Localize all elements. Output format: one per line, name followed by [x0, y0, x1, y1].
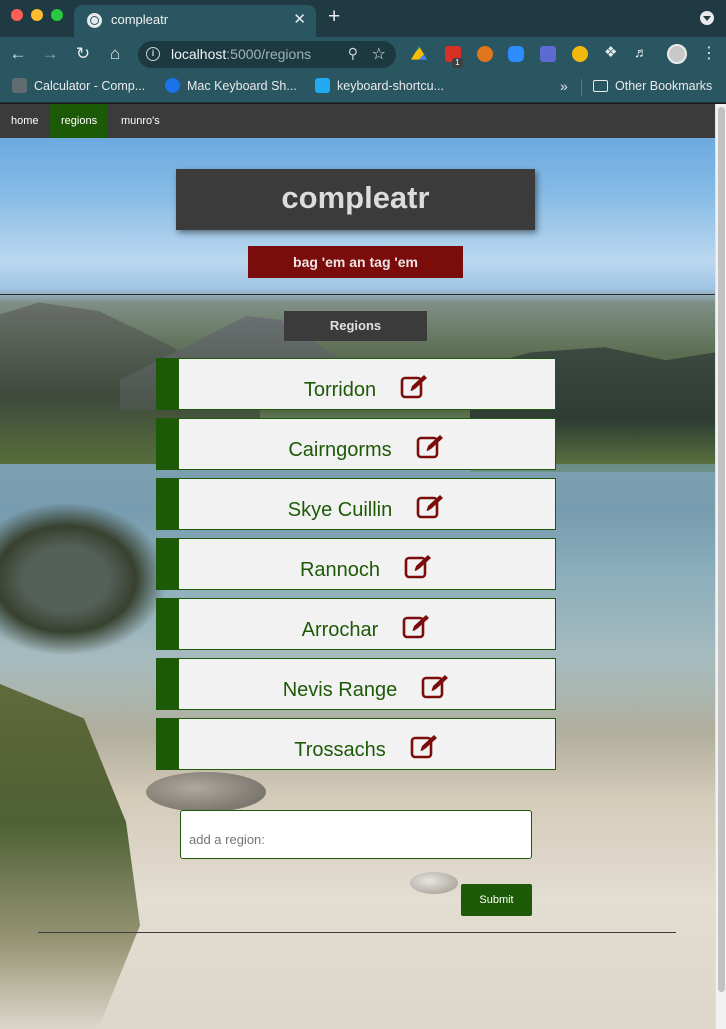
region-name-link[interactable]: Trossachs — [294, 729, 386, 771]
hex-extension-icon[interactable] — [572, 46, 588, 62]
nav-home-link[interactable]: home — [0, 104, 50, 138]
tab-close-icon[interactable]: ✕ — [293, 10, 306, 28]
bookmark-label: Calculator - Comp... — [34, 79, 146, 93]
bookmarks-divider — [581, 79, 582, 96]
metamask-fox-icon[interactable] — [477, 46, 493, 62]
browser-toolbar: ← → ↻ ⌂ i localhost:5000/regions ⚲ ☆ 1 ❖… — [0, 37, 726, 72]
region-name-link[interactable]: Arrochar — [302, 609, 379, 651]
region-row-content: Cairngorms — [179, 429, 555, 471]
url-host: localhost — [171, 46, 227, 62]
browser-tab[interactable]: compleatr ✕ — [74, 5, 316, 37]
browser-tab-bar: compleatr ✕ + — [0, 0, 726, 37]
region-row[interactable]: Arrochar — [156, 598, 556, 650]
region-row-content: Rannoch — [179, 549, 555, 591]
region-row[interactable]: Rannoch — [156, 538, 556, 590]
window-minimize-button[interactable] — [31, 9, 43, 21]
other-bookmarks[interactable]: Other Bookmarks — [593, 78, 712, 96]
extensions-puzzle-icon[interactable]: ❖ — [604, 43, 620, 61]
region-row[interactable]: Torridon — [156, 358, 556, 410]
edit-icon[interactable] — [404, 553, 434, 579]
region-row-content: Nevis Range — [179, 669, 555, 711]
region-row[interactable]: Cairngorms — [156, 418, 556, 470]
region-list: Torridon Cairngorms Skye Cuillin Rannoch Arr… — [156, 358, 556, 778]
bookmark-star-icon[interactable]: ☆ — [372, 44, 386, 64]
linear-extension-icon[interactable] — [540, 46, 556, 62]
bookmark-keyboard-shortcuts[interactable]: keyboard-shortcu... — [315, 78, 444, 96]
nav-regions-link[interactable]: regions — [50, 104, 109, 138]
address-bar[interactable]: i localhost:5000/regions ⚲ ☆ — [138, 41, 396, 68]
tab-title: compleatr — [111, 12, 169, 27]
media-control-icon[interactable]: ♬ — [634, 44, 650, 60]
region-row-content: Arrochar — [179, 609, 555, 651]
edit-icon[interactable] — [416, 433, 446, 459]
window-close-button[interactable] — [11, 9, 23, 21]
nav-munros-link[interactable]: munro's — [110, 104, 171, 138]
submit-button[interactable]: Submit — [461, 884, 532, 916]
profile-avatar[interactable] — [667, 44, 687, 64]
reload-icon[interactable]: ↻ — [72, 43, 94, 65]
region-row-content: Skye Cuillin — [179, 489, 555, 531]
beach-boulder — [146, 772, 266, 812]
bookmark-label: Mac Keyboard Sh... — [187, 79, 297, 93]
site-title-box: compleatr — [176, 169, 535, 230]
zoom-search-icon[interactable]: ⚲ — [348, 45, 358, 62]
globe-icon — [87, 13, 102, 28]
bookmarks-bar: Calculator - Comp... Mac Keyboard Sh... … — [0, 72, 726, 103]
site-title: compleatr — [281, 180, 430, 215]
edit-icon[interactable] — [421, 673, 451, 699]
bookmark-calculator[interactable]: Calculator - Comp... — [12, 78, 145, 96]
edit-icon[interactable] — [416, 493, 446, 519]
more-bookmarks-chevron-icon[interactable]: » — [560, 78, 568, 96]
folder-icon — [593, 80, 608, 92]
google-drive-extension-icon[interactable] — [411, 46, 427, 60]
calculator-bookmark-icon — [12, 78, 27, 93]
section-heading: Regions — [284, 311, 427, 341]
url-path: :5000/regions — [226, 46, 312, 62]
header-divider — [0, 294, 715, 295]
edit-icon[interactable] — [410, 733, 440, 759]
new-tab-button[interactable]: + — [328, 5, 340, 29]
edit-icon[interactable] — [402, 613, 432, 639]
forward-arrow-icon[interactable]: → — [39, 43, 61, 65]
region-row-content: Torridon — [179, 369, 555, 411]
shore-rocks — [0, 504, 165, 654]
extension-badge: 1 — [452, 58, 463, 68]
power-bookmark-icon — [165, 78, 180, 93]
shore-grass — [0, 684, 140, 1029]
footer-divider — [38, 932, 676, 933]
home-icon[interactable]: ⌂ — [104, 43, 126, 65]
other-bookmarks-label: Other Bookmarks — [615, 79, 713, 93]
region-name-link[interactable]: Rannoch — [300, 549, 380, 591]
add-region-input[interactable] — [180, 810, 532, 859]
back-arrow-icon[interactable]: ← — [7, 43, 29, 65]
region-row[interactable]: Skye Cuillin — [156, 478, 556, 530]
region-row-content: Trossachs — [179, 729, 555, 771]
site-tagline: bag 'em an tag 'em — [248, 246, 463, 278]
address-url[interactable]: localhost:5000/regions — [171, 46, 311, 62]
page-scrollbar[interactable] — [715, 104, 726, 1029]
vscode-bookmark-icon — [315, 78, 330, 93]
region-name-link[interactable]: Skye Cuillin — [288, 489, 392, 531]
web-page: home regions munro's compleatr bag 'em a… — [0, 104, 726, 1029]
scrollbar-thumb[interactable] — [718, 107, 725, 992]
zoom-video-icon[interactable] — [508, 46, 524, 62]
tab-search-chevron-icon[interactable] — [700, 11, 714, 25]
region-name-link[interactable]: Torridon — [304, 369, 376, 411]
edit-icon[interactable] — [400, 373, 430, 399]
bookmark-label: keyboard-shortcu... — [337, 79, 444, 93]
bookmark-mac-keyboard[interactable]: Mac Keyboard Sh... — [165, 78, 297, 96]
site-info-icon[interactable]: i — [146, 47, 160, 61]
browser-menu-icon[interactable]: ⋮ — [701, 43, 717, 63]
site-nav: home regions munro's — [0, 104, 715, 138]
region-row[interactable]: Nevis Range — [156, 658, 556, 710]
region-name-link[interactable]: Cairngorms — [288, 429, 391, 471]
beach-stone — [410, 872, 458, 894]
region-name-link[interactable]: Nevis Range — [283, 669, 398, 711]
window-maximize-button[interactable] — [51, 9, 63, 21]
region-row[interactable]: Trossachs — [156, 718, 556, 770]
